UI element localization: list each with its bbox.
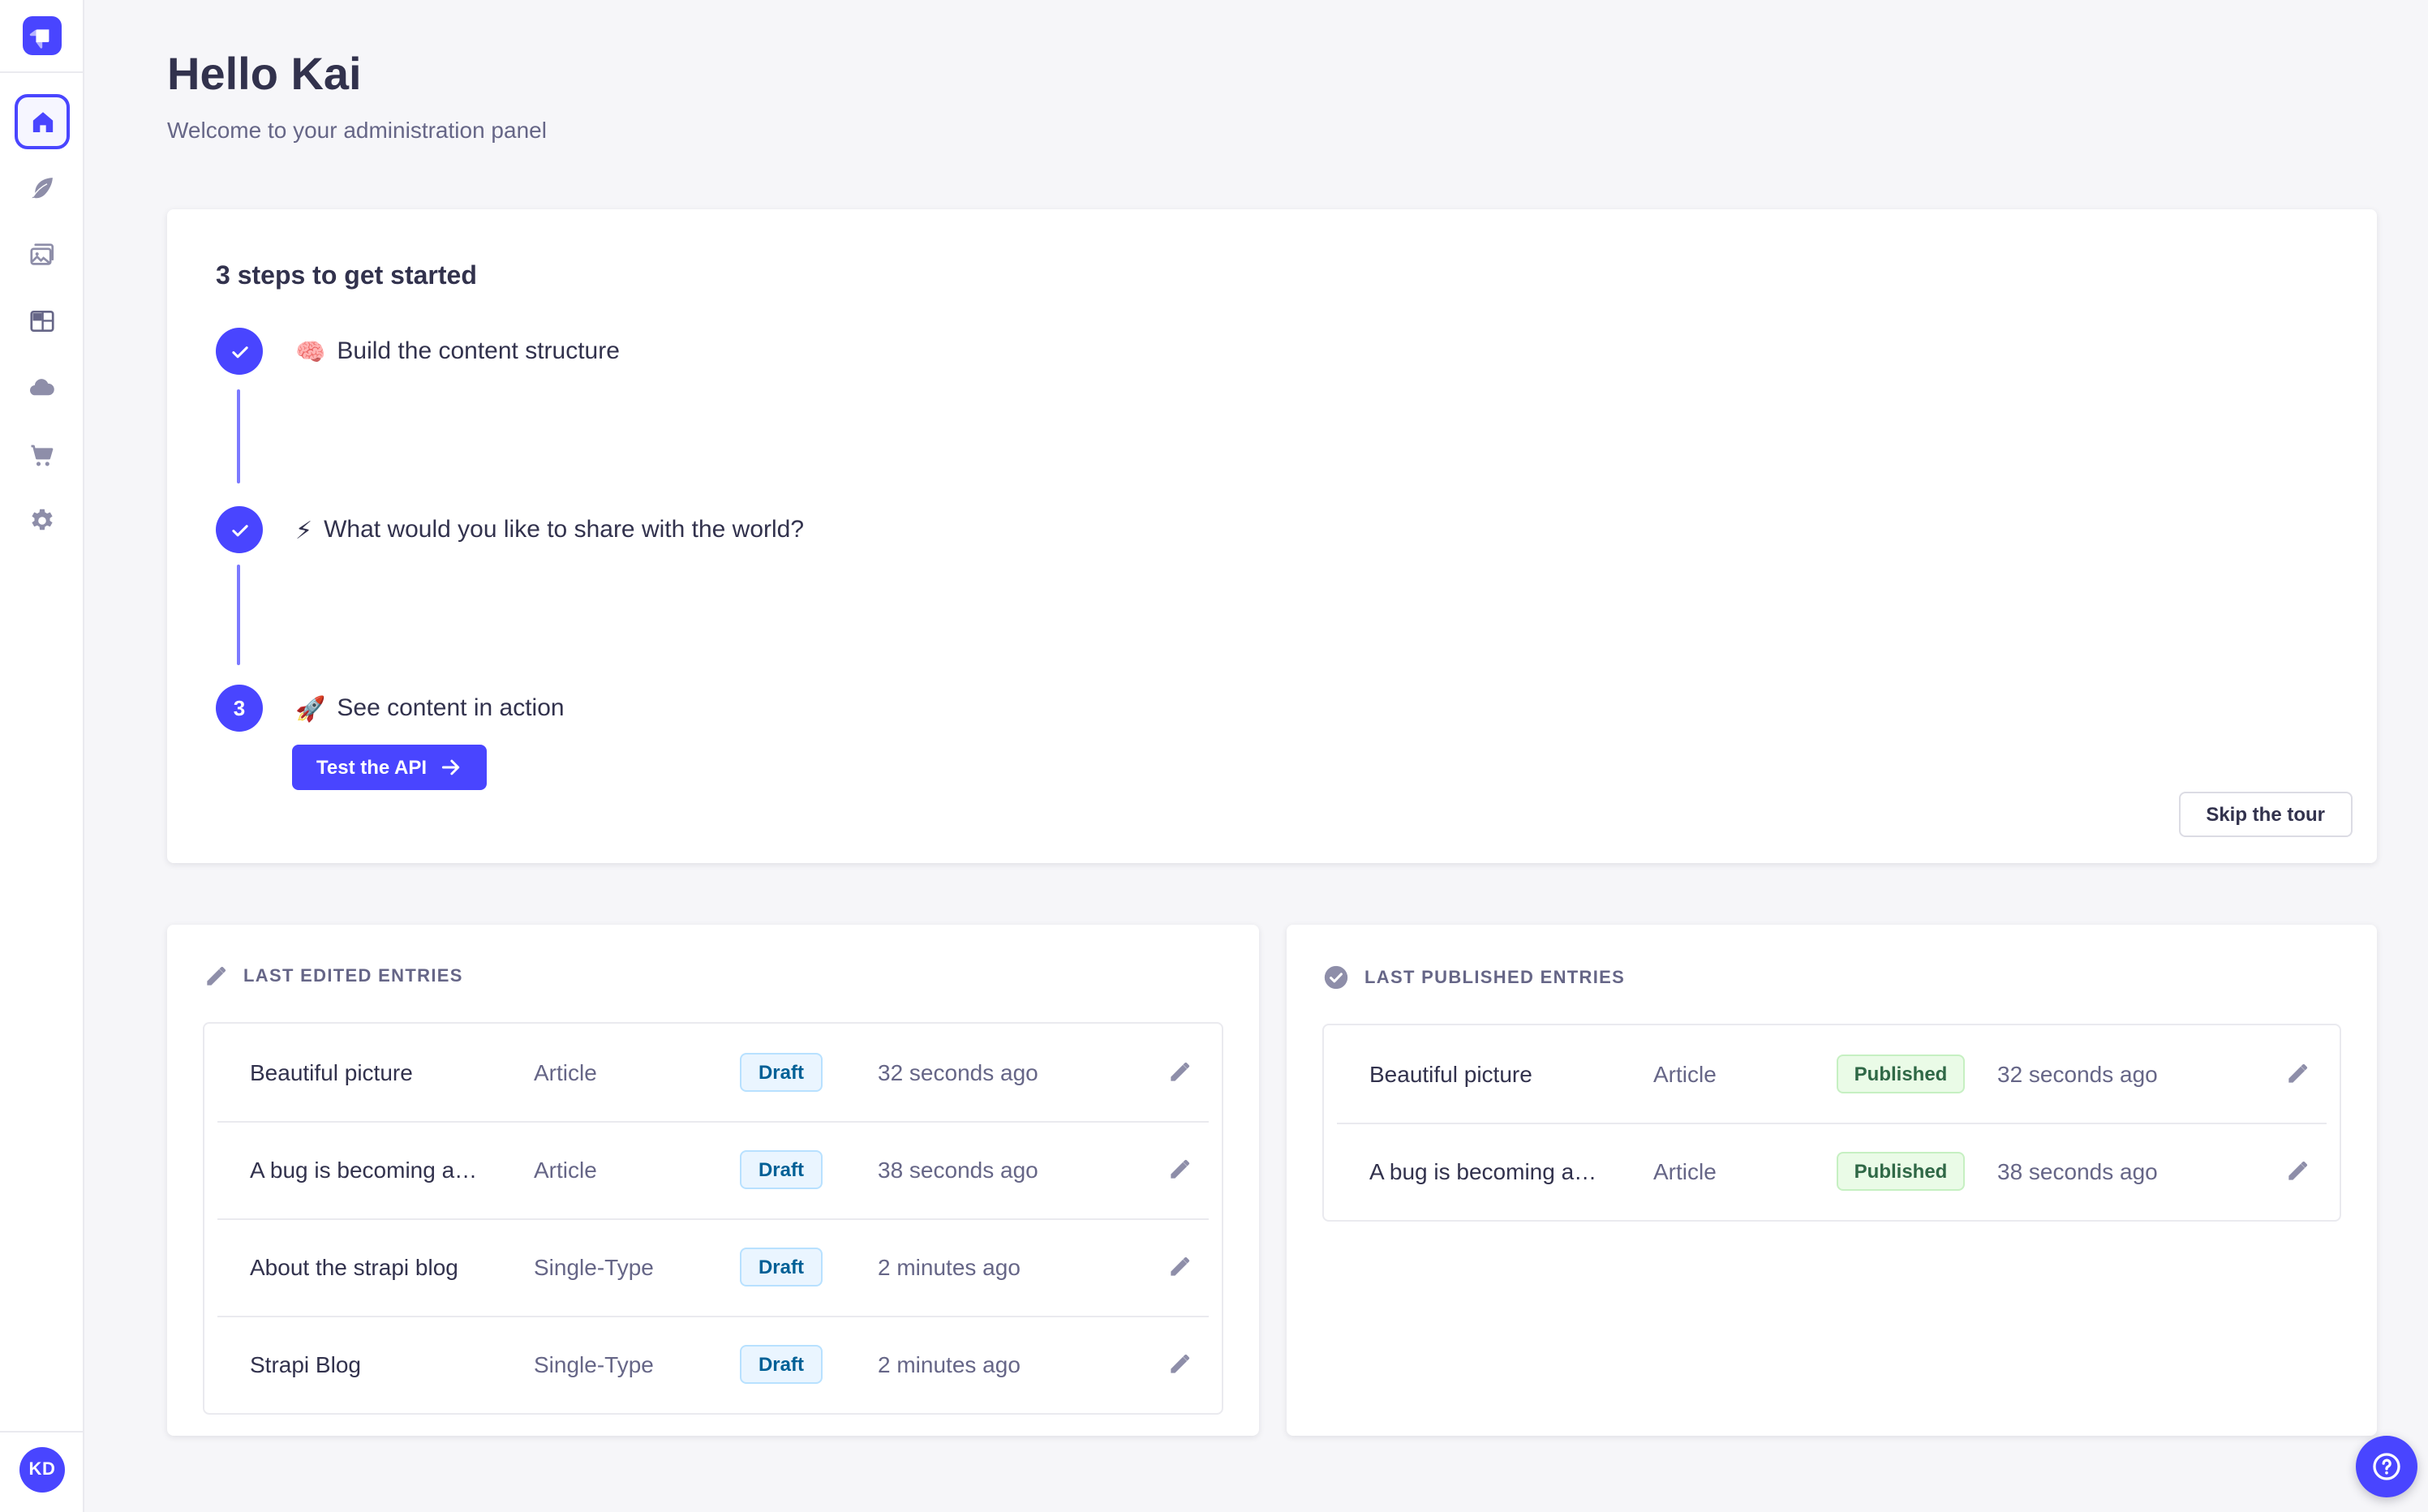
last-edited-title: LAST EDITED ENTRIES bbox=[243, 967, 463, 986]
pencil-icon bbox=[1171, 1354, 1190, 1373]
step-connector-1 bbox=[237, 389, 240, 483]
step-2-check-circle bbox=[216, 506, 263, 553]
images-icon bbox=[30, 243, 54, 265]
edit-entry-button[interactable] bbox=[2278, 1055, 2317, 1093]
last-published-panel: LAST PUBLISHED ENTRIES Beautiful picture… bbox=[1287, 925, 2377, 1436]
sidebar-item-content-manager[interactable] bbox=[15, 161, 70, 216]
entry-time: 32 seconds ago bbox=[1997, 1061, 2158, 1087]
step-1-label: 🧠 Build the content structure bbox=[295, 337, 620, 366]
entry-time: 38 seconds ago bbox=[1997, 1158, 2158, 1184]
table-row[interactable]: Beautiful picture Article Published 32 s… bbox=[1324, 1025, 2340, 1123]
table-row[interactable]: A bug is becoming a… Article Published 3… bbox=[1324, 1123, 2340, 1220]
page-title: Hello Kai bbox=[167, 49, 362, 99]
edit-entry-button[interactable] bbox=[1160, 1248, 1199, 1286]
last-edited-header: LAST EDITED ENTRIES bbox=[203, 964, 1223, 990]
entry-type: Article bbox=[534, 1059, 597, 1085]
layout-icon bbox=[30, 310, 54, 333]
last-published-title: LAST PUBLISHED ENTRIES bbox=[1364, 968, 1626, 987]
step-1-check-circle bbox=[216, 328, 263, 375]
pencil-icon bbox=[1171, 1159, 1190, 1179]
step-1-emoji: 🧠 bbox=[295, 338, 326, 366]
step-3-emoji: 🚀 bbox=[295, 695, 326, 723]
entry-type: Article bbox=[1653, 1061, 1717, 1087]
pencil-icon bbox=[1171, 1256, 1190, 1276]
pencil-icon bbox=[207, 966, 226, 986]
entry-type: Article bbox=[534, 1157, 597, 1183]
feather-icon bbox=[32, 178, 53, 199]
sidebar-item-content-type-builder[interactable] bbox=[15, 294, 70, 349]
entry-time: 32 seconds ago bbox=[878, 1059, 1038, 1085]
edit-entry-button[interactable] bbox=[2278, 1152, 2317, 1191]
sidebar-item-cloud[interactable] bbox=[15, 360, 70, 415]
sidebar-item-home[interactable] bbox=[15, 94, 70, 149]
edit-entry-button[interactable] bbox=[1160, 1345, 1199, 1384]
edit-entry-button[interactable] bbox=[1160, 1150, 1199, 1189]
status-badge: Draft bbox=[740, 1150, 822, 1189]
entry-time: 2 minutes ago bbox=[878, 1254, 1021, 1280]
last-published-table: Beautiful picture Article Published 32 s… bbox=[1322, 1024, 2341, 1222]
entry-title: A bug is becoming a… bbox=[1369, 1158, 1597, 1184]
entry-time: 38 seconds ago bbox=[878, 1157, 1038, 1183]
strapi-admin-app: KD Hello Kai Welcome to your administrat… bbox=[0, 0, 2428, 1512]
main-content: Hello Kai Welcome to your administration… bbox=[84, 0, 2428, 1512]
entry-title: About the strapi blog bbox=[250, 1254, 458, 1280]
entry-title: Beautiful picture bbox=[250, 1059, 413, 1085]
status-badge: Published bbox=[1836, 1055, 1966, 1093]
check-circle-icon bbox=[1324, 965, 1348, 990]
entry-type: Article bbox=[1653, 1158, 1717, 1184]
table-row[interactable]: Beautiful picture Article Draft 32 secon… bbox=[204, 1024, 1222, 1121]
help-button[interactable] bbox=[2356, 1436, 2417, 1497]
step-3-label: 🚀 See content in action bbox=[295, 694, 565, 723]
step-3-number-circle: 3 bbox=[216, 685, 263, 732]
pencil-icon bbox=[2288, 1063, 2308, 1083]
page-subtitle: Welcome to your administration panel bbox=[167, 117, 547, 143]
entry-type: Single-Type bbox=[534, 1351, 654, 1377]
sidebar-item-media-library[interactable] bbox=[15, 227, 70, 282]
arrow-right-icon bbox=[441, 759, 460, 775]
status-badge: Draft bbox=[740, 1053, 822, 1092]
sidebar-item-marketplace[interactable] bbox=[15, 428, 70, 483]
question-icon bbox=[2373, 1453, 2400, 1480]
step-3-number: 3 bbox=[233, 696, 246, 720]
cloud-icon bbox=[29, 379, 54, 396]
test-api-button[interactable]: Test the API bbox=[292, 745, 488, 790]
sidebar-item-settings[interactable] bbox=[15, 493, 70, 548]
cart-icon bbox=[31, 445, 54, 466]
last-edited-table: Beautiful picture Article Draft 32 secon… bbox=[203, 1022, 1223, 1415]
user-avatar[interactable]: KD bbox=[19, 1447, 65, 1493]
last-edited-panel: LAST EDITED ENTRIES Beautiful picture Ar… bbox=[167, 925, 1259, 1436]
strapi-logo[interactable] bbox=[23, 16, 62, 55]
entry-time: 2 minutes ago bbox=[878, 1351, 1021, 1377]
gear-icon bbox=[32, 509, 53, 530]
home-icon bbox=[32, 111, 53, 132]
status-badge: Published bbox=[1836, 1152, 1966, 1191]
table-row[interactable]: A bug is becoming a… Article Draft 38 se… bbox=[204, 1121, 1222, 1218]
sidebar: KD bbox=[0, 0, 84, 1512]
step-2-emoji: ⚡ bbox=[295, 517, 313, 544]
sidebar-top-divider bbox=[0, 71, 83, 73]
step-2-label: ⚡ What would you like to share with the w… bbox=[295, 516, 805, 544]
table-row[interactable]: Strapi Blog Single-Type Draft 2 minutes … bbox=[204, 1316, 1222, 1413]
edit-entry-button[interactable] bbox=[1160, 1053, 1199, 1092]
guided-tour-card: 3 steps to get started 🧠 Build the conten… bbox=[167, 209, 2377, 863]
entry-title: Beautiful picture bbox=[1369, 1061, 1532, 1087]
sidebar-bottom-divider bbox=[0, 1431, 83, 1433]
table-row[interactable]: About the strapi blog Single-Type Draft … bbox=[204, 1218, 1222, 1316]
entry-title: Strapi Blog bbox=[250, 1351, 361, 1377]
entry-title: A bug is becoming a… bbox=[250, 1157, 478, 1183]
step-connector-2 bbox=[237, 565, 240, 665]
pencil-icon bbox=[2288, 1161, 2308, 1180]
pencil-icon bbox=[1171, 1062, 1190, 1081]
last-published-header: LAST PUBLISHED ENTRIES bbox=[1322, 964, 2341, 991]
status-badge: Draft bbox=[740, 1345, 822, 1384]
check-icon bbox=[231, 346, 247, 358]
guided-tour-title: 3 steps to get started bbox=[216, 263, 477, 290]
entry-type: Single-Type bbox=[534, 1254, 654, 1280]
skip-tour-button[interactable]: Skip the tour bbox=[2178, 792, 2353, 837]
strapi-logo-icon bbox=[29, 29, 49, 49]
check-icon bbox=[231, 524, 247, 536]
status-badge: Draft bbox=[740, 1248, 822, 1286]
